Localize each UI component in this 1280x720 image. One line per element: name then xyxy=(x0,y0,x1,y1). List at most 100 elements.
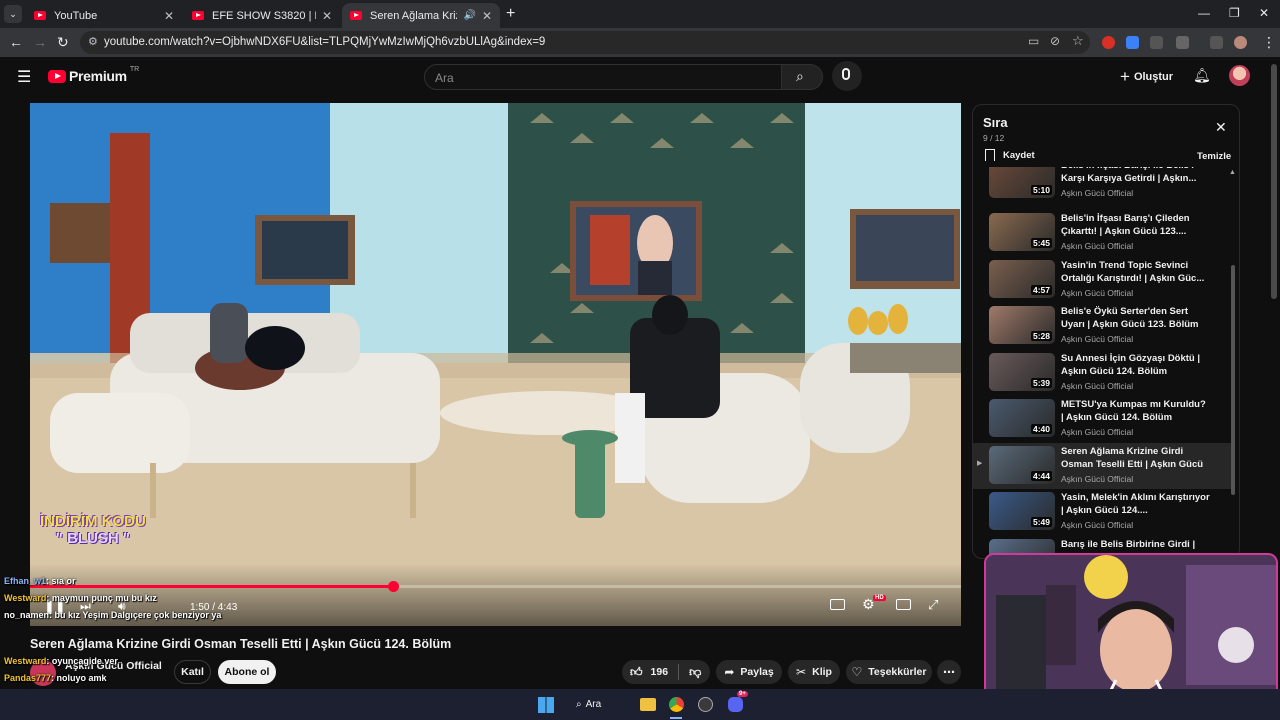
reading-list-icon[interactable] xyxy=(1210,36,1223,49)
extension-icon[interactable] xyxy=(1126,36,1139,49)
speaker-icon[interactable]: 🔊 xyxy=(463,10,475,21)
queue-item[interactable]: 4:57 Yasin'in Trend Topic Sevinci Ortalığ… xyxy=(973,257,1231,303)
tab-search-button[interactable]: ⌄ xyxy=(4,5,22,23)
duration-badge: 5:45 xyxy=(1030,238,1052,248)
save-playlist-button[interactable]: Kaydet xyxy=(985,149,1035,161)
video-player[interactable]: İNDİRİM KODU " BLUSH " ❚❚ ⏭ 🔊︎ 1:50 / 4:… xyxy=(30,103,961,626)
search-placeholder: Ara xyxy=(435,71,454,85)
miniplayer-icon[interactable] xyxy=(896,599,911,610)
queue-thumbnail[interactable]: 5:39 xyxy=(989,353,1055,391)
share-button[interactable]: ➦ Paylaş xyxy=(716,660,782,684)
scroll-up-icon[interactable]: ▲ xyxy=(1229,169,1236,176)
queue-item[interactable]: 5:45 Belis'in İfşası Barış'ı Çileden Çıka… xyxy=(973,210,1231,256)
browser-tab-active[interactable]: Seren Ağlama Krizine Girdi 🔊 ✕ xyxy=(342,3,500,28)
queue-item[interactable]: 5:28 Belis'e Öykü Serter'den Sert Uyarı |… xyxy=(973,303,1231,349)
queue-thumbnail[interactable]: 5:45 xyxy=(989,213,1055,251)
queue-item-title[interactable]: Yasin, Melek'in Aklını Karıştırıyor | Aş… xyxy=(1061,491,1211,517)
queue-item-title[interactable]: Seren Ağlama Krizine Girdi Osman Teselli… xyxy=(1061,445,1211,471)
extension-icon[interactable] xyxy=(1150,36,1163,49)
queue-item-channel: Aşkın Gücü Official xyxy=(1061,427,1134,437)
dislike-icon[interactable]: 👎︎ xyxy=(689,665,701,680)
queue-list[interactable]: 5:10 Belis'in İfşası Barışı ile Belis'i K… xyxy=(973,167,1231,558)
queue-title: Sıra xyxy=(983,115,1008,130)
scrubber-handle[interactable] xyxy=(388,581,400,592)
queue-item-title[interactable]: METSU'ya Kumpas mı Kuruldu? | Aşkın Gücü… xyxy=(1061,398,1211,424)
video-frame xyxy=(30,103,961,626)
browser-tab-youtube[interactable]: YouTube ✕ xyxy=(26,3,182,28)
queue-item-title[interactable]: Belis'in İfşası Barışı ile Belis'i Karşı… xyxy=(1061,167,1211,185)
duration-badge: 5:49 xyxy=(1030,517,1052,527)
new-tab-button[interactable]: + xyxy=(506,5,515,23)
search-input[interactable]: Ara xyxy=(424,64,782,90)
maximize-icon[interactable]: ❐ xyxy=(1229,6,1240,20)
close-tab-icon[interactable]: ✕ xyxy=(482,9,492,23)
extension-icon[interactable] xyxy=(1102,36,1115,49)
queue-thumbnail[interactable]: 5:49 xyxy=(989,492,1055,530)
like-icon[interactable]: 👍︎ xyxy=(630,665,643,680)
queue-thumbnail[interactable]: 4:40 xyxy=(989,399,1055,437)
queue-thumbnail[interactable]: 5:28 xyxy=(989,306,1055,344)
queue-item[interactable]: 5:39 Su Annesi İçin Gözyaşı Döktü | Aşkın… xyxy=(973,350,1231,396)
reload-icon[interactable]: ↻ xyxy=(57,34,69,51)
account-avatar[interactable] xyxy=(1229,65,1250,86)
bookmark-star-icon[interactable]: ☆ xyxy=(1072,33,1084,49)
queue-item[interactable]: ▶ 4:44 Seren Ağlama Krizine Girdi Osman Te… xyxy=(973,443,1231,489)
voice-search-button[interactable] xyxy=(832,61,862,91)
queue-item-title[interactable]: Su Annesi İçin Gözyaşı Döktü | Aşkın Güc… xyxy=(1061,352,1211,378)
file-explorer-icon[interactable] xyxy=(640,698,656,711)
queue-thumbnail[interactable]: 5:10 xyxy=(989,167,1055,198)
forward-icon[interactable]: → xyxy=(33,34,47,50)
browser-tab-efe-show[interactable]: EFE SHOW S3820 | ERAY CAN Ö ✕ xyxy=(184,3,340,28)
page-scrollbar[interactable] xyxy=(1271,64,1277,299)
more-actions-button[interactable]: ⋯ xyxy=(937,660,961,684)
queue-item[interactable]: 4:40 METSU'ya Kumpas mı Kuruldu? | Aşkın … xyxy=(973,396,1231,442)
subtitles-icon[interactable] xyxy=(830,599,845,610)
cast-icon[interactable]: ▭ xyxy=(1028,34,1039,48)
progress-played xyxy=(30,585,394,588)
queue-thumbnail[interactable]: 4:57 xyxy=(989,260,1055,298)
discord-icon[interactable] xyxy=(728,697,743,712)
chat-message: Pandas777: noluyo amk xyxy=(4,673,107,683)
address-bar[interactable]: ⚙ youtube.com/watch?v=OjbhwNDX6FU&list=T… xyxy=(80,31,1090,54)
profile-avatar[interactable] xyxy=(1234,36,1247,49)
chrome-menu-icon[interactable]: ⋮ xyxy=(1262,34,1276,51)
queue-item-title[interactable]: Belis'e Öykü Serter'den Sert Uyarı | Aşk… xyxy=(1061,305,1211,331)
taskbar-search[interactable]: ⌕ Ara xyxy=(576,694,622,715)
back-icon[interactable]: ← xyxy=(9,34,23,50)
queue-item-title[interactable]: Belis'in İfşası Barış'ı Çileden Çıkarttı… xyxy=(1061,212,1211,238)
queue-item-channel: Aşkın Gücü Official xyxy=(1061,381,1134,391)
progress-bar[interactable] xyxy=(30,581,961,592)
extensions-puzzle-icon[interactable] xyxy=(1176,36,1189,49)
eye-off-icon[interactable]: ⊘ xyxy=(1050,34,1060,48)
queue-item[interactable]: 5:49 Yasin, Melek'in Aklını Karıştırıyor … xyxy=(973,489,1231,535)
create-button[interactable]: + Oluştur xyxy=(1120,67,1173,87)
site-info-icon[interactable]: ⚙ xyxy=(88,35,98,48)
queue-scrollbar[interactable] xyxy=(1231,265,1235,495)
close-tab-icon[interactable]: ✕ xyxy=(164,9,174,23)
close-queue-icon[interactable]: ✕ xyxy=(1215,119,1227,136)
join-button[interactable]: Katıl xyxy=(174,660,211,684)
close-tab-icon[interactable]: ✕ xyxy=(322,9,332,23)
youtube-premium-logo[interactable]: Premium TR xyxy=(48,66,139,84)
queue-item[interactable]: 5:10 Belis'in İfşası Barışı ile Belis'i K… xyxy=(973,167,1231,203)
clear-queue-button[interactable]: Temizle xyxy=(1197,151,1231,162)
menu-hamburger-icon[interactable]: ☰ xyxy=(17,67,31,87)
taskbar-active-indicator xyxy=(670,717,682,719)
clip-button[interactable]: ✂ Klip xyxy=(788,660,840,684)
queue-item-channel: Aşkın Gücü Official xyxy=(1061,520,1134,530)
youtube-favicon-icon xyxy=(350,11,362,20)
thanks-button[interactable]: ♡ Teşekkürler xyxy=(846,660,932,684)
minimize-icon[interactable]: — xyxy=(1198,6,1210,20)
queue-thumbnail[interactable]: 4:44 xyxy=(989,446,1055,484)
notifications-bell-icon[interactable]: 🔔︎ xyxy=(1193,67,1211,84)
chrome-icon[interactable] xyxy=(669,697,684,712)
search-button[interactable]: ⌕ xyxy=(781,64,823,90)
app-icon[interactable] xyxy=(698,697,713,712)
close-window-icon[interactable]: ✕ xyxy=(1259,6,1269,20)
queue-item-channel: Aşkın Gücü Official xyxy=(1061,241,1134,251)
chat-message: Efhan_w1: sıa or xyxy=(4,576,76,586)
fullscreen-icon[interactable]: ⤢ xyxy=(928,597,938,613)
windows-start-icon[interactable] xyxy=(538,697,554,713)
subscribe-button[interactable]: Abone ol xyxy=(218,660,276,684)
queue-item-title[interactable]: Yasin'in Trend Topic Sevinci Ortalığı Ka… xyxy=(1061,259,1211,285)
